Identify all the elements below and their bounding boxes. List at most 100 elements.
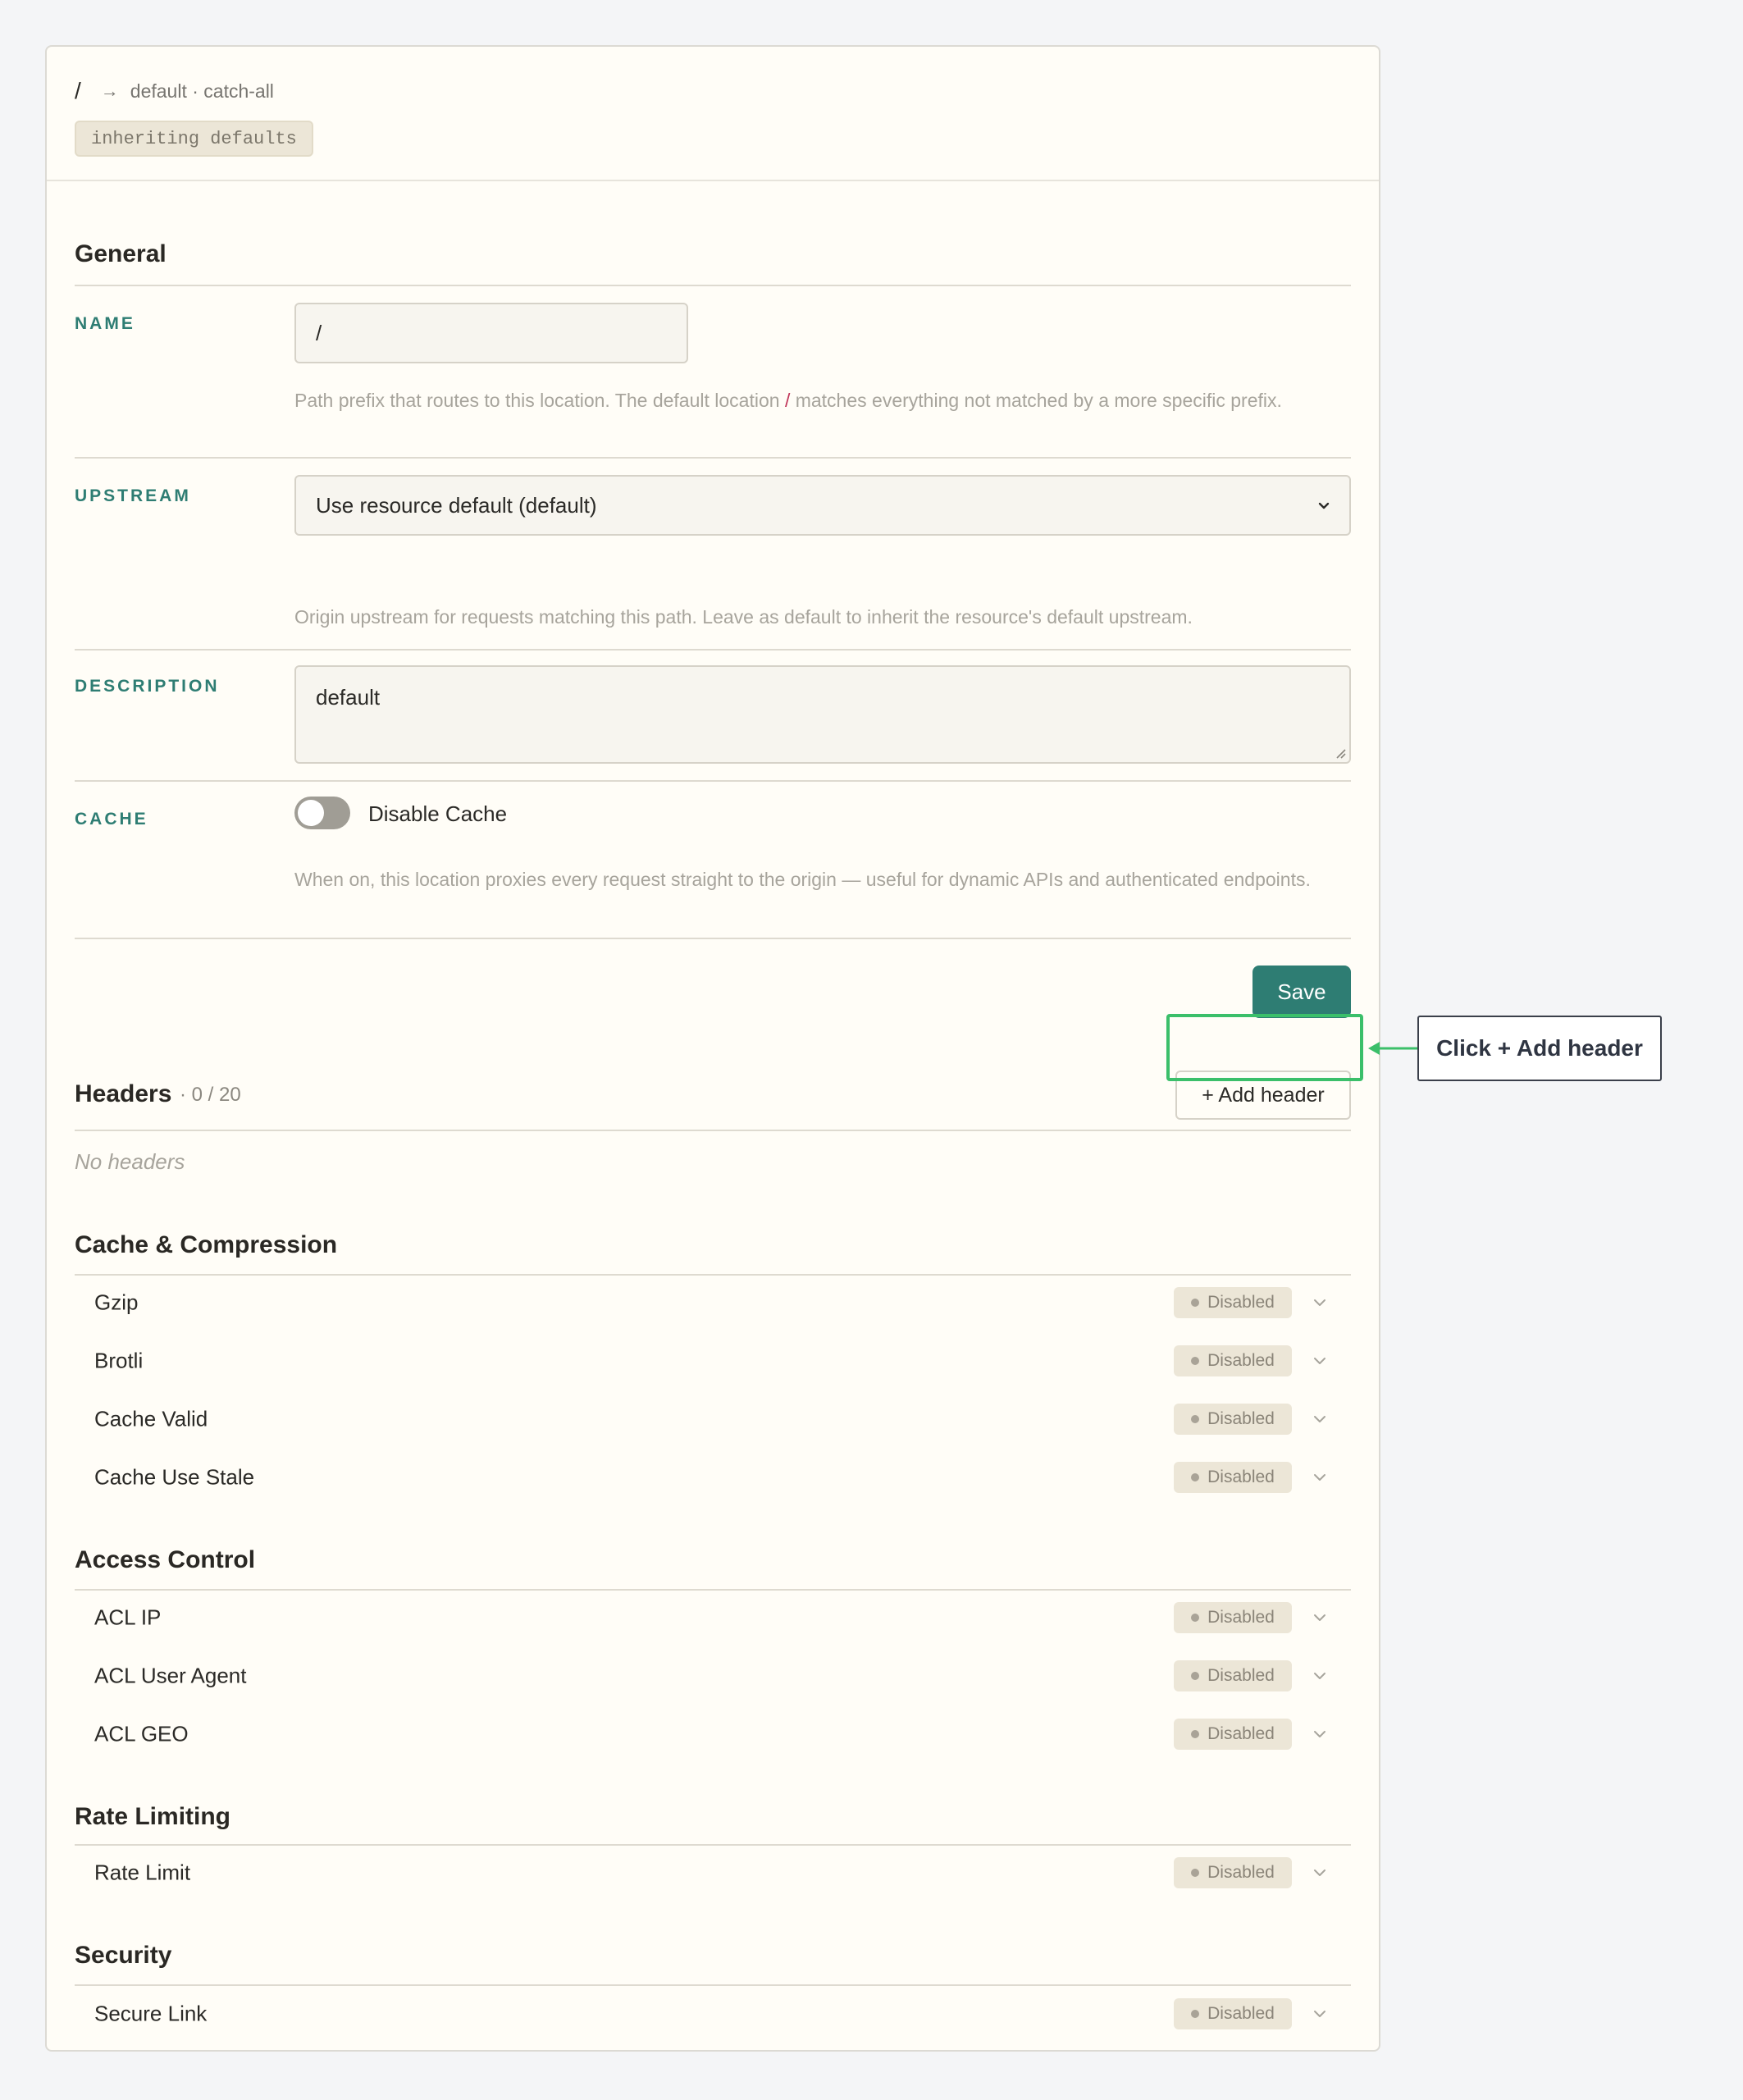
upstream-label: UPSTREAM (75, 486, 191, 505)
module-label: ACL IP (94, 1605, 162, 1630)
chevron-down-icon[interactable] (1312, 1469, 1328, 1486)
status-dot (1191, 1415, 1200, 1423)
status-badge: Disabled (1174, 1998, 1292, 2029)
description-textarea[interactable]: default (294, 665, 1351, 764)
status-dot (1191, 1869, 1200, 1877)
upstream-selected-value: Use resource default (default) (316, 492, 597, 518)
resize-handle-icon[interactable] (1333, 746, 1346, 759)
module-label: Cache Use Stale (94, 1464, 255, 1490)
disable-cache-toggle[interactable] (294, 797, 350, 829)
chevron-down-icon[interactable] (1312, 1294, 1328, 1311)
annotation-callout: Click + Add header (1417, 1016, 1662, 1081)
module-row-acl-geo[interactable]: ACL GEO Disabled (75, 1714, 1351, 1755)
rate-limiting-section-title: Rate Limiting (75, 1803, 231, 1830)
status-dot (1191, 1730, 1200, 1738)
status-text: Disabled (1207, 1608, 1275, 1627)
module-label: Rate Limit (94, 1860, 191, 1885)
status-dot (1191, 1614, 1200, 1622)
chevron-down-icon[interactable] (1312, 1668, 1328, 1684)
headers-count: · 0 / 20 (180, 1084, 241, 1106)
module-label: Secure Link (94, 2001, 208, 2026)
cache-compression-section-title: Cache & Compression (75, 1231, 338, 1258)
name-hint: Path prefix that routes to this location… (294, 386, 1335, 414)
divider (75, 1130, 1351, 1131)
name-input[interactable]: / (294, 303, 688, 363)
save-button[interactable]: Save (1252, 966, 1351, 1018)
module-label: ACL User Agent (94, 1663, 247, 1688)
divider (75, 457, 1351, 459)
chevron-down-icon[interactable] (1312, 1726, 1328, 1742)
status-text: Disabled (1207, 1468, 1275, 1486)
chevron-down-icon[interactable] (1312, 1353, 1328, 1369)
general-section-title: General (75, 240, 167, 267)
module-row-acl-user-agent[interactable]: ACL User Agent Disabled (75, 1655, 1351, 1696)
add-header-highlight (1166, 1014, 1363, 1081)
module-label: Brotli (94, 1348, 144, 1373)
chevron-down-icon[interactable] (1312, 1609, 1328, 1626)
security-section-title: Security (75, 1942, 172, 1969)
annotation-arrow-icon (1368, 1042, 1419, 1055)
access-control-section-title: Access Control (75, 1546, 256, 1573)
location-header: / → default · catch-all inheriting defau… (47, 47, 1379, 181)
cache-label: CACHE (75, 810, 148, 829)
status-dot (1191, 1473, 1200, 1481)
module-label: Cache Valid (94, 1406, 208, 1431)
module-row-gzip[interactable]: Gzip Disabled (75, 1282, 1351, 1323)
status-dot (1191, 2010, 1200, 2018)
module-row-cache-use-stale[interactable]: Cache Use Stale Disabled (75, 1457, 1351, 1498)
status-text: Disabled (1207, 2004, 1275, 2023)
module-row-acl-ip[interactable]: ACL IP Disabled (75, 1597, 1351, 1638)
module-label: Gzip (94, 1290, 139, 1315)
status-text: Disabled (1207, 1293, 1275, 1312)
name-label: NAME (75, 314, 135, 333)
status-dot (1191, 1672, 1200, 1680)
module-label: ACL GEO (94, 1721, 189, 1746)
status-badge: Disabled (1174, 1404, 1292, 1435)
status-text: Disabled (1207, 1863, 1275, 1882)
chevron-down-icon (1318, 502, 1330, 509)
status-text: Disabled (1207, 1666, 1275, 1685)
chevron-down-icon[interactable] (1312, 2006, 1328, 2022)
status-badge: Disabled (1174, 1660, 1292, 1691)
arrow-right-icon: → (100, 80, 119, 101)
divider (75, 649, 1351, 651)
breadcrumb-target: default · catch-all (130, 80, 274, 102)
module-row-secure-link[interactable]: Secure Link Disabled (75, 1993, 1351, 2034)
module-row-cache-valid[interactable]: Cache Valid Disabled (75, 1399, 1351, 1440)
chevron-down-icon[interactable] (1312, 1411, 1328, 1427)
module-row-brotli[interactable]: Brotli Disabled (75, 1340, 1351, 1381)
name-hint-text-end: matches everything not matched by a more… (790, 390, 1282, 411)
status-dot (1191, 1357, 1200, 1365)
upstream-hint: Origin upstream for requests matching th… (294, 606, 1193, 628)
divider (75, 1589, 1351, 1591)
status-badge: Disabled (1174, 1287, 1292, 1318)
module-row-rate-limit[interactable]: Rate Limit Disabled (75, 1852, 1351, 1893)
status-badge: Disabled (1174, 1857, 1292, 1888)
inheriting-defaults-badge: inheriting defaults (75, 121, 313, 157)
divider (75, 285, 1351, 286)
cache-hint: When on, this location proxies every req… (294, 869, 1311, 890)
divider (75, 938, 1351, 939)
status-text: Disabled (1207, 1409, 1275, 1428)
breadcrumb: / → default · catch-all (75, 78, 274, 104)
headers-empty-state: No headers (75, 1149, 185, 1174)
disable-cache-label: Disable Cache (368, 801, 508, 826)
divider (75, 780, 1351, 782)
divider (75, 1844, 1351, 1846)
description-label: DESCRIPTION (75, 677, 220, 696)
divider (75, 1274, 1351, 1276)
status-dot (1191, 1299, 1200, 1307)
description-value: default (316, 685, 381, 710)
chevron-down-icon[interactable] (1312, 1865, 1328, 1881)
name-hint-text: Path prefix that routes to this location… (294, 390, 785, 411)
status-badge: Disabled (1174, 1602, 1292, 1633)
upstream-select[interactable]: Use resource default (default) (294, 475, 1351, 536)
status-badge: Disabled (1174, 1719, 1292, 1750)
headers-section-title: Headers (75, 1080, 172, 1107)
status-badge: Disabled (1174, 1462, 1292, 1493)
divider (75, 1984, 1351, 1986)
status-badge: Disabled (1174, 1345, 1292, 1376)
breadcrumb-root[interactable]: / (75, 78, 81, 104)
status-text: Disabled (1207, 1724, 1275, 1743)
status-text: Disabled (1207, 1351, 1275, 1370)
